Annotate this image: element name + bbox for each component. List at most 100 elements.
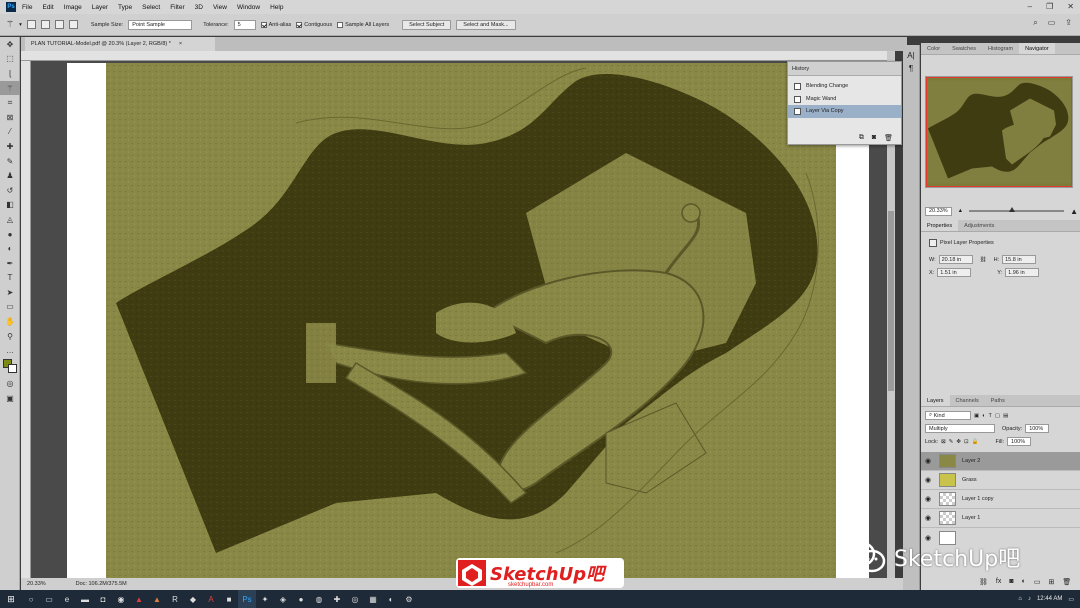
- search-icon[interactable]: ⌕: [1033, 18, 1037, 28]
- menu-image[interactable]: Image: [64, 4, 82, 11]
- notifications-icon[interactable]: ▭: [1068, 596, 1074, 603]
- layer-row[interactable]: ◉ Layer 1: [921, 509, 1080, 528]
- character-panel-icon[interactable]: A|: [903, 51, 919, 60]
- minimize-icon[interactable]: –: [1028, 2, 1032, 11]
- filter-type-icon[interactable]: T: [989, 413, 992, 419]
- snapshot-icon[interactable]: ◙: [872, 134, 876, 142]
- blend-mode-select[interactable]: Multiply: [925, 424, 995, 433]
- revit-icon[interactable]: R: [166, 590, 184, 608]
- network-icon[interactable]: ⌂: [1018, 596, 1022, 602]
- tab-color[interactable]: Color: [921, 43, 946, 54]
- add-selection-icon[interactable]: [40, 20, 50, 29]
- close-icon[interactable]: ✕: [1067, 2, 1074, 11]
- autocad-alt-icon[interactable]: ▲: [148, 590, 166, 608]
- tolerance-input[interactable]: 5: [233, 19, 256, 30]
- store-icon[interactable]: ◘: [94, 590, 112, 608]
- clone-stamp-tool-icon[interactable]: ♟: [0, 168, 20, 183]
- x-input[interactable]: 1.51 in: [937, 268, 972, 277]
- new-document-from-state-icon[interactable]: ⧉: [859, 134, 864, 142]
- tab-adjustments[interactable]: Adjustments: [958, 220, 1000, 231]
- lock-artboard-icon[interactable]: ⊡: [964, 439, 969, 445]
- acrobat-icon[interactable]: A: [202, 590, 220, 608]
- navigator-view-box[interactable]: [926, 77, 1072, 187]
- lock-position-icon[interactable]: ✥: [956, 439, 961, 445]
- filter-pixel-icon[interactable]: ▣: [974, 413, 979, 419]
- select-and-mask-button[interactable]: Select and Mask...: [456, 19, 516, 30]
- sample-all-layers-checkbox[interactable]: Sample All Layers: [337, 21, 389, 28]
- blur-tool-icon[interactable]: ●: [0, 227, 20, 242]
- share-icon[interactable]: ⇪: [1065, 18, 1072, 28]
- color-swatches-icon[interactable]: [0, 358, 20, 374]
- menu-layer[interactable]: Layer: [92, 4, 108, 11]
- app-icon[interactable]: ▦: [364, 590, 382, 608]
- menu-type[interactable]: Type: [118, 4, 132, 11]
- workspace-icon[interactable]: ▭: [1048, 18, 1056, 28]
- volume-icon[interactable]: ♪: [1028, 596, 1031, 602]
- file-explorer-icon[interactable]: ▬: [76, 590, 94, 608]
- width-input[interactable]: 20.18 in: [938, 255, 973, 264]
- crop-tool-icon[interactable]: ⌗: [0, 95, 20, 110]
- menu-edit[interactable]: Edit: [42, 4, 53, 11]
- trash-icon[interactable]: 🗑: [884, 134, 893, 142]
- tab-properties[interactable]: Properties: [921, 220, 959, 231]
- zoom-in-icon[interactable]: ▲: [1070, 207, 1078, 216]
- y-input[interactable]: 1.96 in: [1005, 268, 1040, 277]
- autocad-icon[interactable]: ▲: [130, 590, 148, 608]
- filter-adjustment-icon[interactable]: ◐: [982, 413, 985, 419]
- menu-3d[interactable]: 3D: [195, 4, 203, 11]
- zoom-tool-icon[interactable]: ⚲: [0, 329, 20, 344]
- screen-mode-icon[interactable]: ▣: [0, 391, 20, 406]
- menu-help[interactable]: Help: [270, 4, 283, 11]
- document-tab[interactable]: PLAN TUTORIAL-Model.pdf @ 20.3% (Layer 2…: [25, 37, 215, 51]
- new-layer-icon[interactable]: ⊞: [1048, 578, 1054, 586]
- magic-wand-icon[interactable]: ⚚: [6, 19, 14, 30]
- status-zoom[interactable]: 20.33%: [27, 581, 46, 587]
- navigator-zoom-slider[interactable]: [969, 207, 1065, 212]
- history-brush-tool-icon[interactable]: ↺: [0, 183, 20, 198]
- opacity-input[interactable]: 100%: [1025, 424, 1050, 433]
- type-tool-icon[interactable]: T: [0, 271, 20, 286]
- dodge-tool-icon[interactable]: ◐: [0, 241, 20, 256]
- lock-image-icon[interactable]: ✎: [949, 439, 954, 445]
- canvas-area[interactable]: [31, 61, 887, 578]
- close-tab-icon[interactable]: ×: [179, 41, 182, 47]
- contiguous-checkbox[interactable]: Contiguous: [296, 21, 332, 28]
- rhino-icon[interactable]: ◈: [274, 590, 292, 608]
- height-input[interactable]: 15.8 in: [1002, 255, 1037, 264]
- quick-mask-icon[interactable]: ◎: [0, 377, 20, 392]
- menu-select[interactable]: Select: [142, 4, 160, 11]
- filter-shape-icon[interactable]: ▢: [995, 413, 1000, 419]
- trash-icon[interactable]: 🗑: [1062, 578, 1071, 586]
- new-group-icon[interactable]: ▭: [1034, 578, 1041, 586]
- link-icon[interactable]: ⛓: [980, 257, 987, 263]
- more-tools-icon[interactable]: …: [0, 343, 20, 358]
- path-selection-tool-icon[interactable]: ➤: [0, 285, 20, 300]
- lock-all-icon[interactable]: 🔒: [972, 439, 979, 445]
- rectangle-tool-icon[interactable]: ▭: [0, 300, 20, 315]
- app-icon[interactable]: ●: [292, 590, 310, 608]
- task-view-icon[interactable]: ▭: [40, 590, 58, 608]
- tab-layers[interactable]: Layers: [921, 395, 950, 406]
- anti-alias-checkbox[interactable]: Anti-alias: [260, 21, 291, 28]
- lock-transparent-icon[interactable]: ⊠: [941, 439, 946, 445]
- app-icon[interactable]: ◎: [346, 590, 364, 608]
- app-icon[interactable]: ⚙: [400, 590, 418, 608]
- layer-row[interactable]: ◉ Layer 1 copy: [921, 490, 1080, 509]
- intersect-selection-icon[interactable]: [68, 20, 78, 29]
- visibility-eye-icon[interactable]: ◉: [921, 457, 935, 465]
- visibility-eye-icon[interactable]: ◉: [921, 495, 935, 503]
- app-icon[interactable]: ✚: [328, 590, 346, 608]
- subtract-selection-icon[interactable]: [54, 20, 64, 29]
- hand-tool-icon[interactable]: ✋: [0, 314, 20, 329]
- filter-smart-object-icon[interactable]: ▤: [1003, 413, 1008, 419]
- photoshop-taskbar-icon[interactable]: Ps: [238, 590, 256, 608]
- navigator-zoom-value[interactable]: 20.33%: [925, 206, 952, 216]
- link-layers-icon[interactable]: ⛓: [979, 578, 988, 586]
- history-item-selected[interactable]: Layer Via Copy: [788, 105, 901, 118]
- eyedropper-tool-icon[interactable]: ⁄: [0, 125, 20, 140]
- magic-wand-tool-icon[interactable]: ⚚: [0, 80, 20, 96]
- tool-preset-dropdown-icon[interactable]: ▾: [19, 22, 22, 28]
- tab-channels[interactable]: Channels: [950, 395, 985, 406]
- visibility-eye-icon[interactable]: ◉: [921, 476, 935, 484]
- paragraph-panel-icon[interactable]: ¶: [903, 64, 919, 73]
